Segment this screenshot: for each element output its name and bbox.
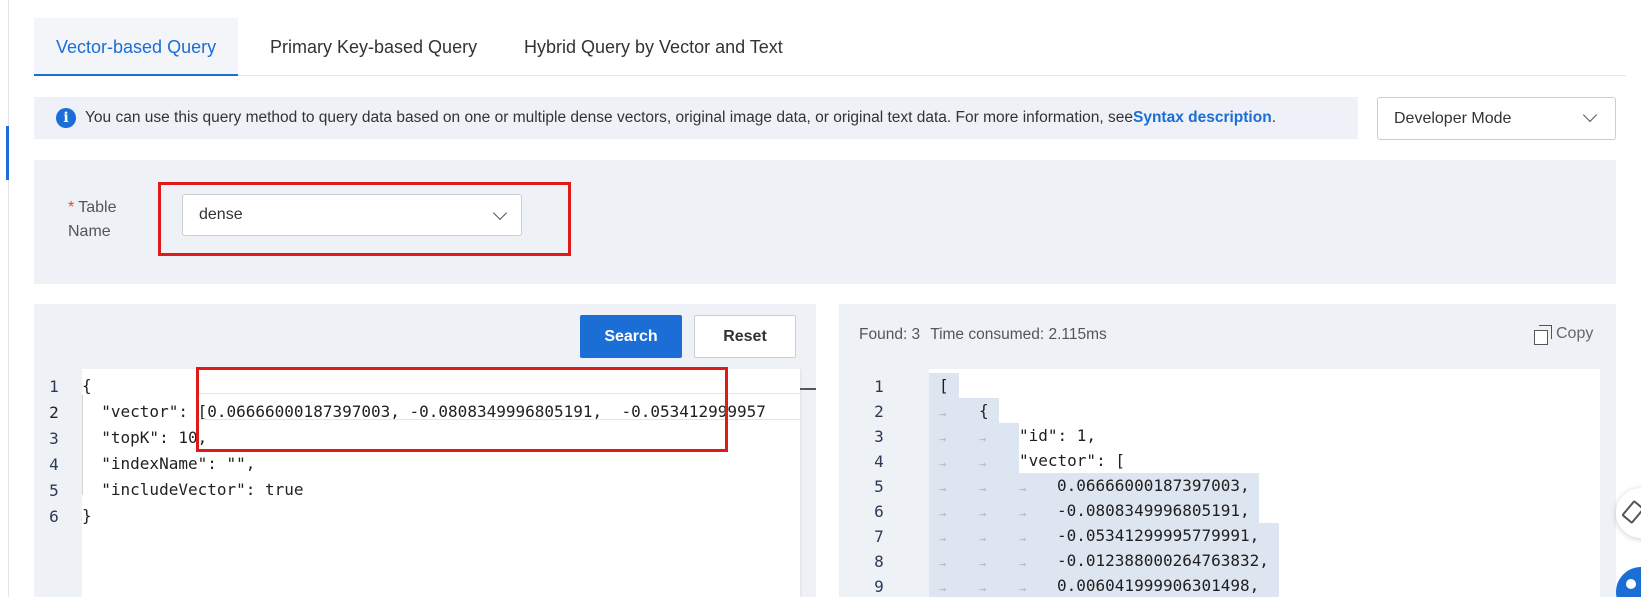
tab-arrow-icon: → [939, 532, 947, 546]
code-line: "indexName": "", [82, 454, 256, 473]
table-name-label: * Table Name [68, 196, 128, 244]
table-name-select[interactable]: dense [182, 194, 522, 236]
tab-arrow-icon: → [979, 532, 987, 546]
tab-arrow-icon: → [939, 407, 947, 421]
tabs-divider [816, 75, 1626, 76]
copy-icon [1534, 325, 1552, 345]
query-tabs: Vector-based Query Primary Key-based Que… [34, 18, 816, 76]
code-line: "topK": 10, [82, 428, 208, 447]
result-gutter: 1 2 3 4 5 6 7 8 9 [859, 369, 929, 597]
json-line: "id": 1, [1019, 426, 1097, 445]
line-number: 5 [874, 477, 884, 496]
tab-arrow-icon: → [1019, 482, 1027, 496]
tab-arrow-icon: → [979, 507, 987, 521]
reset-button[interactable]: Reset [694, 315, 796, 358]
line-number: 5 [49, 481, 59, 500]
json-line: "vector": [ [1019, 451, 1125, 470]
active-line-highlight [197, 393, 800, 420]
json-line: [ [929, 373, 959, 399]
result-scrollbar[interactable] [1600, 369, 1616, 597]
code-line: "includeVector": true [82, 480, 304, 499]
line-number: 2 [874, 402, 884, 421]
mode-select-value: Developer Mode [1394, 109, 1512, 127]
json-line: -0.05341299995779991, [1057, 526, 1260, 545]
result-json-view[interactable]: [ { "id": 1, "vector": [ 0.0666600018739… [929, 369, 1600, 597]
info-text: You can use this query method to query d… [85, 109, 1133, 126]
line-number: 3 [874, 427, 884, 446]
copy-button[interactable]: Copy [1534, 325, 1594, 345]
tab-arrow-icon: → [939, 432, 947, 446]
syntax-description-link[interactable]: Syntax description [1133, 109, 1272, 127]
editor-scroll-marker [800, 388, 816, 390]
line-number: 2 [49, 403, 59, 422]
tab-arrow-icon: → [939, 482, 947, 496]
tab-arrow-icon: → [979, 557, 987, 571]
nav-active-indicator [6, 126, 9, 180]
line-number: 1 [49, 377, 59, 396]
code-line: { [82, 376, 92, 395]
info-banner: i You can use this query method to query… [34, 97, 1358, 139]
chevron-down-icon [492, 205, 508, 221]
editor-gutter: 1 2 3 4 5 6 [34, 369, 82, 597]
copy-label: Copy [1556, 325, 1594, 342]
tab-vector-based-query[interactable]: Vector-based Query [34, 18, 239, 76]
tab-arrow-icon: → [1019, 557, 1027, 571]
json-line: -0.0808349996805191, [1057, 501, 1250, 520]
tab-hybrid-query[interactable]: Hybrid Query by Vector and Text [524, 18, 783, 76]
tab-arrow-icon: → [1019, 507, 1027, 521]
tab-arrow-icon: → [979, 582, 987, 596]
assistant-icon [1626, 579, 1636, 589]
table-name-value: dense [199, 206, 243, 223]
tab-arrow-icon: → [939, 557, 947, 571]
assistant-button[interactable] [1616, 567, 1641, 597]
required-mark: * [68, 199, 75, 216]
tab-arrow-icon: → [1019, 582, 1027, 596]
chevron-down-icon [1582, 107, 1598, 123]
tab-arrow-icon: → [939, 582, 947, 596]
tab-arrow-icon: → [1019, 532, 1027, 546]
info-circle-icon: i [56, 108, 76, 128]
indent-guide [82, 395, 83, 495]
info-text-suffix: . [1271, 109, 1276, 126]
tab-arrow-icon: → [979, 482, 987, 496]
feedback-button[interactable] [1616, 488, 1641, 538]
tab-arrow-icon: → [939, 457, 947, 471]
found-count: Found: 3 [859, 326, 921, 343]
line-number: 4 [874, 452, 884, 471]
search-button[interactable]: Search [580, 315, 682, 358]
line-number: 4 [49, 455, 59, 474]
line-number: 6 [874, 502, 884, 521]
left-divider [8, 0, 9, 597]
tab-arrow-icon: → [979, 432, 987, 446]
json-line: { [979, 401, 989, 420]
line-number: 6 [49, 507, 59, 526]
mode-select[interactable]: Developer Mode [1377, 97, 1616, 140]
line-number: 8 [874, 552, 884, 571]
tab-arrow-icon: → [979, 457, 987, 471]
table-name-label-line2: Name [68, 223, 111, 240]
tab-arrow-icon: → [939, 507, 947, 521]
code-line: } [82, 506, 92, 525]
line-number: 3 [49, 429, 59, 448]
line-number: 1 [874, 377, 884, 396]
tab-primary-key-based-query[interactable]: Primary Key-based Query [270, 18, 477, 76]
json-line: -0.012388000264763832, [1057, 551, 1269, 570]
json-line: 0.06666000187397003, [1057, 476, 1250, 495]
result-summary: Found: 3 Time consumed: 2.115ms [859, 326, 1107, 344]
time-consumed: Time consumed: 2.115ms [930, 326, 1107, 343]
edit-icon [1621, 499, 1641, 525]
line-number: 9 [874, 577, 884, 596]
editor-scrollbar[interactable] [800, 369, 802, 597]
table-name-label-line1: Table [78, 199, 117, 216]
line-number: 7 [874, 527, 884, 546]
json-line: 0.006041999906301498, [1057, 576, 1260, 595]
